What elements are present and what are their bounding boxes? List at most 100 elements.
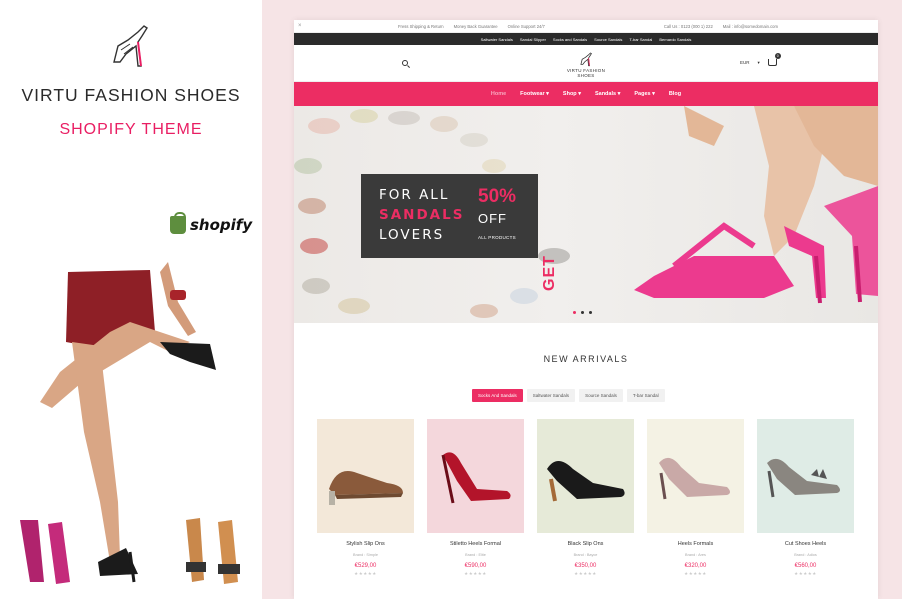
product-image[interactable] xyxy=(757,419,854,533)
category-link[interactable]: T-bar Sandal xyxy=(628,37,653,42)
promo-panel: VIRTU FASHION SHOES SHOPIFY THEME shopif… xyxy=(0,0,262,599)
new-arrivals-title: NEW ARRIVALS xyxy=(543,354,629,364)
product-card[interactable]: Stylish Slip Ons Brand : Simple €529,00 … xyxy=(317,419,414,577)
product-brand: Brand : Simple xyxy=(353,553,378,557)
nav-item-label: Blog xyxy=(668,91,682,97)
category-link[interactable]: Bernardo Sandals xyxy=(658,37,692,42)
hero-line-3: LOVERS xyxy=(379,227,445,243)
model-legs-illustration xyxy=(20,262,240,584)
black-pump-illustration xyxy=(547,461,625,502)
rating-stars: ★★★★★ xyxy=(354,571,377,576)
nav-item-home[interactable]: Home xyxy=(491,91,506,97)
chevron-down-icon: ▾ xyxy=(546,91,549,97)
nav-item-shop[interactable]: Shop ▾ xyxy=(563,91,581,97)
promo-subtitle: SHOPIFY THEME xyxy=(59,121,203,138)
product-card[interactable]: Stiletto Heels Formal Brand : Elite €590… xyxy=(427,419,524,577)
hero-promo-box: FOR ALL SANDALS LOVERS GET 50% OFF ALL P… xyxy=(361,174,558,291)
search-icon[interactable] xyxy=(402,60,408,66)
category-link[interactable]: Socks and Sandals xyxy=(552,37,588,42)
product-price: €320,00 xyxy=(684,563,707,569)
product-name[interactable]: Cut Shoes Heels xyxy=(757,541,854,547)
product-brand: Brand : Bayce xyxy=(573,553,598,557)
shopify-badge: shopify xyxy=(170,212,252,234)
main-nav: Home Footwear ▾ Shop ▾ Sandals ▾ Pages ▾… xyxy=(294,82,878,106)
nav-item-pages[interactable]: Pages ▾ xyxy=(634,91,655,97)
slider-dot[interactable] xyxy=(581,311,584,314)
hero-all-products: ALL PRODUCTS xyxy=(478,235,516,240)
rating-stars: ★★★★★ xyxy=(794,571,817,576)
product-image[interactable] xyxy=(537,419,634,533)
topbar-info-left: Fress Shipping & Return Money Back Guara… xyxy=(398,24,545,29)
site-logo[interactable]: VIRTU FASHION SHOES xyxy=(559,51,613,78)
product-name[interactable]: Stiletto Heels Formal xyxy=(427,541,524,547)
product-name[interactable]: Stylish Slip Ons xyxy=(317,541,414,547)
pink-sandal-photo xyxy=(634,106,878,304)
chevron-down-icon: ▾ xyxy=(652,91,655,97)
tab-source-sandals[interactable]: Source Sandals xyxy=(579,389,623,402)
shoe-logo-icon xyxy=(113,25,148,67)
topbar-email[interactable]: Mail : info@somedomain.com xyxy=(723,24,778,29)
cart-icon[interactable]: 0 xyxy=(767,53,781,66)
site-header: VIRTU FASHION SHOES EUR ▾ 0 xyxy=(294,45,878,82)
product-brand: Brand : Elite xyxy=(465,553,486,557)
product-tabs: Socks And Sandals Saltwater Sandals Sour… xyxy=(472,389,665,402)
category-link[interactable]: Source Sandals xyxy=(593,37,623,42)
slider-dots xyxy=(573,311,592,314)
product-price: €560,00 xyxy=(794,563,817,569)
product-card[interactable]: Cut Shoes Heels Brand : Adios €560,00 ★★… xyxy=(757,419,854,577)
hero-get-text: GET xyxy=(541,255,558,291)
rating-stars: ★★★★★ xyxy=(684,571,707,576)
cart-count-badge: 0 xyxy=(774,53,781,59)
currency-selector[interactable]: EUR xyxy=(740,60,750,65)
nav-item-sandals[interactable]: Sandals ▾ xyxy=(595,91,620,97)
product-card[interactable]: Black Slip Ons Brand : Bayce €350,00 ★★★… xyxy=(537,419,634,577)
tab-socks-and-sandals[interactable]: Socks And Sandals xyxy=(472,389,523,402)
nav-item-label: Home xyxy=(490,91,507,97)
hero-line-1: FOR ALL xyxy=(379,187,450,203)
nav-item-blog[interactable]: Blog xyxy=(669,91,681,97)
store-preview: × Fress Shipping & Return Money Back Gua… xyxy=(294,20,878,599)
chevron-down-icon: ▾ xyxy=(617,91,621,97)
product-image[interactable] xyxy=(647,419,744,533)
topbar-info-right: Call Us : 0123 (000 1) 222 Mail : info@s… xyxy=(664,24,778,29)
hero-line-2: SANDALS xyxy=(379,207,465,223)
slider-dot[interactable] xyxy=(589,311,592,314)
shoe-logo-icon xyxy=(580,52,592,67)
header-actions: EUR ▾ 0 xyxy=(740,53,781,66)
product-grid: Stylish Slip Ons Brand : Simple €529,00 … xyxy=(317,419,854,577)
chevron-down-icon: ▾ xyxy=(578,91,581,97)
topbar-phone[interactable]: Call Us : 0123 (000 1) 222 xyxy=(664,24,713,29)
tab-t-bar-sandal[interactable]: T-bar Sandal xyxy=(626,389,665,402)
nav-item-footwear[interactable]: Footwear ▾ xyxy=(520,91,549,97)
product-brand: Brand : Adios xyxy=(794,553,817,557)
category-link[interactable]: Sandal Slipper xyxy=(519,37,547,42)
heel-pump-illustration xyxy=(659,457,730,500)
bow-heel-illustration xyxy=(767,458,840,498)
product-price: €350,00 xyxy=(574,563,597,569)
hero-get-wrap: GET xyxy=(453,189,558,291)
topbar-info-item: Money Back Guarantee xyxy=(453,24,498,29)
flat-shoe-illustration xyxy=(329,471,403,505)
nav-item-label: Footwear xyxy=(520,91,545,97)
rating-stars: ★★★★★ xyxy=(464,571,487,576)
close-icon[interactable]: × xyxy=(298,23,302,29)
promo-title: VIRTU FASHION SHOES xyxy=(21,85,241,105)
product-card[interactable]: Heels Formals Brand : Ares €320,00 ★★★★★ xyxy=(647,419,744,577)
product-name[interactable]: Heels Formals xyxy=(647,541,744,547)
hero-banner[interactable]: FOR ALL SANDALS LOVERS GET 50% OFF ALL P… xyxy=(294,106,878,323)
rating-stars: ★★★★★ xyxy=(574,571,597,576)
tab-saltwater-sandals[interactable]: Saltwater Sandals xyxy=(526,389,576,402)
product-name[interactable]: Black Slip Ons xyxy=(537,541,634,547)
stiletto-shoe-illustration xyxy=(441,452,511,504)
product-image[interactable] xyxy=(317,419,414,533)
shopify-bag-icon xyxy=(170,212,186,234)
top-bar: × Fress Shipping & Return Money Back Gua… xyxy=(294,20,878,33)
page: VIRTU FASHION SHOES SHOPIFY THEME shopif… xyxy=(0,0,902,599)
product-price: €529,00 xyxy=(354,563,377,569)
nav-item-label: Pages xyxy=(634,91,651,97)
product-image[interactable] xyxy=(427,419,524,533)
slider-dot[interactable] xyxy=(573,311,576,314)
topbar-info-item: Online Support 24/7 xyxy=(507,24,545,29)
product-brand: Brand : Ares xyxy=(685,553,706,557)
category-link[interactable]: Saltwater Sandals xyxy=(480,37,514,42)
